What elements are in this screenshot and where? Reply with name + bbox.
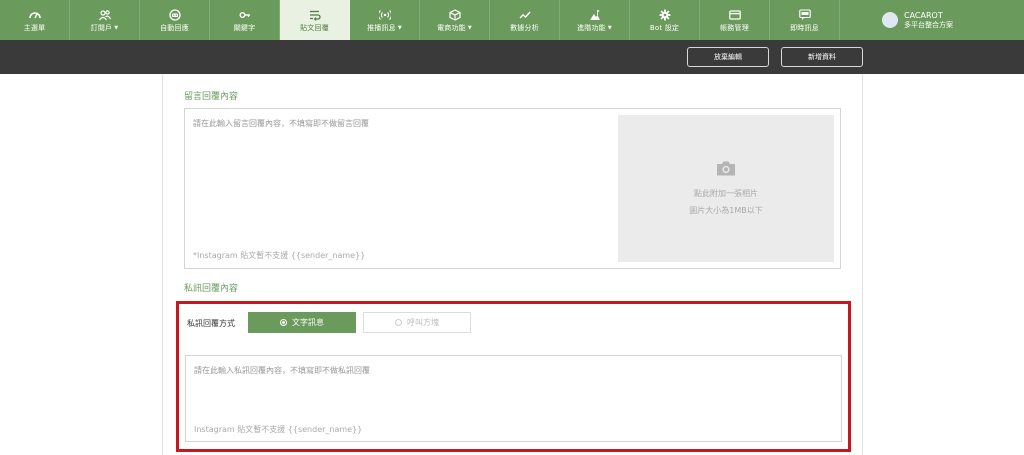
robot-icon (168, 8, 181, 21)
key-icon (239, 11, 250, 18)
nav-item-bot-settings[interactable]: Bot 設定 (630, 0, 700, 40)
text-message-option[interactable]: 文字訊息 (248, 312, 356, 333)
gear-icon (659, 9, 670, 20)
caret-down-icon: ▼ (397, 24, 402, 31)
nav-item-live-chat[interactable]: 即時訊息 (770, 0, 840, 40)
line-chart-icon (519, 11, 531, 18)
nav-item-post-reply[interactable]: 貼文回覆 (280, 0, 350, 40)
nav-item-billing[interactable]: 帳務管理 (700, 0, 770, 40)
nav-item-main-menu[interactable]: 主選單 (0, 0, 70, 40)
live-chat-icon (798, 8, 811, 20)
reply-lines-icon (309, 10, 321, 21)
nav-label: Bot 設定 (649, 23, 680, 32)
nav-item-advanced[interactable]: 進階功能 ▼ (560, 0, 630, 40)
call-block-option[interactable]: 呼叫方塊 (363, 312, 471, 333)
nav-label: 貼文回覆 (300, 23, 329, 32)
upload-hint: 點此附加一張相片 (694, 188, 758, 198)
nav-item-ecommerce[interactable]: 電商功能 ▼ (420, 0, 490, 40)
camera-icon (717, 161, 735, 175)
dm-method-label: 私訊回覆方式 (187, 319, 235, 328)
user-profile[interactable]: CACAROT 多平台整合方案 (882, 0, 953, 40)
nav-label: 訂閱戶 (90, 23, 113, 32)
users-icon (98, 9, 111, 20)
nav-item-keywords[interactable]: 關鍵字 (210, 0, 280, 40)
speedometer-icon (28, 11, 41, 18)
dm-reply-textarea[interactable]: 請在此輸入私訊回覆內容，不填寫即不做私訊回覆 Instagram 貼文暫不支援 … (185, 355, 842, 442)
user-plan: 多平台整合方案 (904, 20, 953, 29)
nav-item-subscribers[interactable]: 訂閱戶 ▼ (70, 0, 140, 40)
nav-label: 帳務管理 (720, 23, 749, 32)
dm-placeholder: 請在此輸入私訊回覆內容，不填寫即不做私訊回覆 (194, 366, 370, 375)
nav-label: 推播訊息 (367, 23, 396, 32)
action-bar: 放棄編輯 新增資料 (0, 40, 1024, 74)
credit-card-icon (728, 9, 741, 20)
mountain-flag-icon (589, 9, 600, 20)
radio-selected-icon (280, 319, 287, 326)
nav-item-analytics[interactable]: 數據分析 (490, 0, 560, 40)
dm-instagram-note: Instagram 貼文暫不支援 {{sender_name}} (194, 425, 363, 434)
upload-size-limit: 圖片大小為1MB以下 (689, 205, 763, 215)
comment-instagram-note: *Instagram 貼文暫不支援 {{sender_name}} (193, 251, 366, 260)
nav-label: 關鍵字 (233, 23, 256, 32)
text-message-label: 文字訊息 (292, 318, 324, 327)
nav-label: 主選單 (23, 23, 46, 32)
nav-label: 自動回應 (160, 23, 189, 32)
caret-down-icon: ▼ (467, 24, 472, 31)
nav-label: 即時訊息 (790, 23, 819, 32)
dm-reply-title: 私訊回覆內容 (184, 284, 239, 294)
caret-down-icon: ▼ (607, 24, 612, 31)
radio-unselected-icon (395, 319, 402, 326)
nav-item-broadcast[interactable]: 推播訊息 ▼ (350, 0, 420, 40)
nav-item-auto-reply[interactable]: 自動回應 (140, 0, 210, 40)
comment-placeholder: 請在此輸入留言回覆內容，不填寫即不做留言回覆 (193, 119, 369, 128)
broadcast-icon (378, 9, 391, 20)
call-block-label: 呼叫方塊 (407, 318, 439, 327)
content-panel: 留言回覆內容 請在此輸入留言回覆內容，不填寫即不做留言回覆 *Instagram… (162, 74, 863, 455)
photo-upload-area[interactable]: 點此附加一張相片 圖片大小為1MB以下 (618, 115, 834, 262)
user-name: CACAROT (904, 10, 943, 20)
dm-reply-highlight: 私訊回覆方式 文字訊息 呼叫方塊 請在此輸入私訊回覆內容，不填寫即不做私訊回覆 … (176, 301, 851, 452)
add-data-button[interactable]: 新增資料 (781, 47, 863, 67)
comment-reply-title: 留言回覆內容 (184, 92, 239, 102)
discard-edit-button[interactable]: 放棄編輯 (687, 47, 769, 67)
top-nav: 主選單 訂閱戶 ▼ 自動回應 關鍵字 貼文回覆 推播訊息 ▼ 電商功能 ▼ 數據分析 … (0, 0, 1024, 40)
nav-label: 進階功能 (577, 23, 606, 32)
avatar (882, 12, 898, 28)
box-icon (448, 8, 461, 21)
comment-reply-textarea[interactable]: 請在此輸入留言回覆內容，不填寫即不做留言回覆 *Instagram 貼文暫不支援… (184, 108, 841, 269)
caret-down-icon: ▼ (114, 24, 119, 31)
nav-label: 電商功能 (437, 23, 466, 32)
nav-label: 數據分析 (510, 23, 539, 32)
